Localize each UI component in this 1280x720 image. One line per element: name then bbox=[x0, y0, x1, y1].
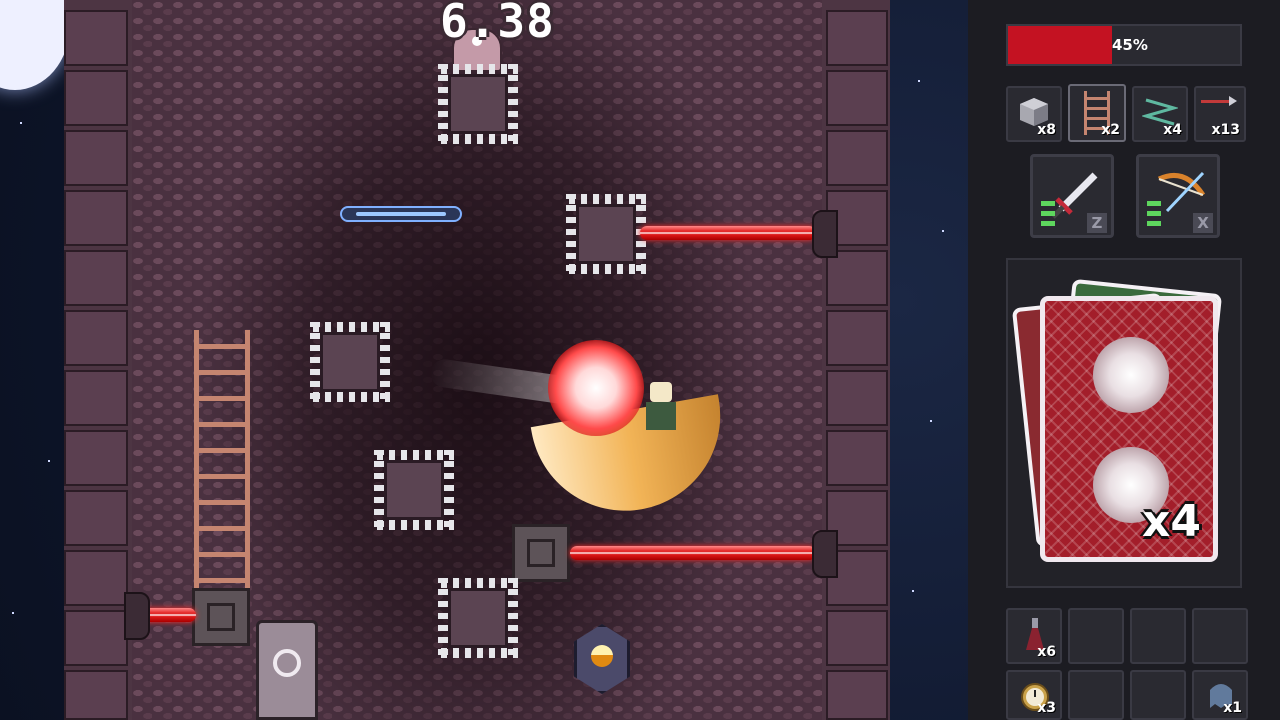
timer-text: 6.38 bbox=[440, 0, 555, 48]
slot-count: x6 bbox=[1037, 644, 1056, 660]
star bbox=[48, 460, 50, 462]
tower-wall-right bbox=[822, 0, 890, 720]
inventory-slot-arrow-trap[interactable]: x13 bbox=[1194, 86, 1246, 142]
star bbox=[918, 80, 920, 82]
spike-block bbox=[438, 578, 518, 658]
inventory-slot-ghost[interactable]: x1 bbox=[1192, 670, 1248, 720]
inventory-slot-empty[interactable] bbox=[1130, 670, 1186, 720]
spike-block bbox=[438, 64, 518, 144]
health-percent-label: 45% bbox=[1112, 36, 1148, 54]
weapon-slot-sword[interactable]: Z bbox=[1030, 154, 1114, 238]
slot-count: x8 bbox=[1037, 122, 1056, 138]
star bbox=[12, 612, 14, 614]
weapon-slot-bow[interactable]: X bbox=[1136, 154, 1220, 238]
upgrade-arrows-icon bbox=[1147, 199, 1161, 229]
health-bar-fill bbox=[1008, 26, 1113, 64]
metal-block bbox=[512, 524, 570, 582]
metal-block bbox=[192, 588, 250, 646]
slot-count: x4 bbox=[1163, 122, 1182, 138]
star bbox=[930, 420, 932, 422]
slot-count: x1 bbox=[1223, 700, 1242, 716]
inventory-slot-spring[interactable]: x4 bbox=[1132, 86, 1188, 142]
slot-count: x2 bbox=[1101, 122, 1120, 138]
player-character bbox=[640, 382, 682, 442]
slot-count: x13 bbox=[1211, 122, 1240, 138]
inventory-slot-empty[interactable] bbox=[1068, 608, 1124, 664]
star bbox=[942, 230, 944, 232]
laser-emitter bbox=[124, 592, 150, 640]
tower-wall-left bbox=[64, 0, 132, 720]
ladder bbox=[194, 330, 250, 592]
moving-platform bbox=[340, 206, 462, 222]
spike-block bbox=[310, 322, 390, 402]
exit-door bbox=[256, 620, 318, 720]
card-medallion bbox=[1093, 337, 1169, 413]
star bbox=[912, 590, 914, 592]
inventory-slot-stone-block[interactable]: x8 bbox=[1006, 86, 1062, 142]
inventory-slot-potion[interactable]: x6 bbox=[1006, 608, 1062, 664]
upgrade-arrows-icon bbox=[1041, 199, 1055, 229]
laser-beam bbox=[570, 546, 816, 560]
spike-block bbox=[374, 450, 454, 530]
explosion-effect bbox=[548, 340, 644, 436]
inventory-slot-ladder[interactable]: x2 bbox=[1068, 84, 1126, 142]
slot-count: x3 bbox=[1037, 700, 1056, 716]
inventory-slot-pocket-watch[interactable]: x3 bbox=[1006, 670, 1062, 720]
inventory-slot-empty[interactable] bbox=[1192, 608, 1248, 664]
inventory-slot-empty[interactable] bbox=[1068, 670, 1124, 720]
inventory-slot-empty[interactable] bbox=[1130, 608, 1186, 664]
card-count: x4 bbox=[1142, 496, 1201, 547]
weapon-hotkey: X bbox=[1193, 213, 1213, 233]
health-bar: 45% bbox=[1006, 24, 1242, 66]
weapon-hotkey: Z bbox=[1087, 213, 1107, 233]
star bbox=[20, 122, 22, 124]
arrow-trap-icon bbox=[1201, 96, 1237, 106]
spike-block bbox=[566, 194, 646, 274]
laser-emitter bbox=[812, 530, 838, 578]
laser-beam bbox=[640, 226, 816, 240]
laser-emitter bbox=[812, 210, 838, 258]
